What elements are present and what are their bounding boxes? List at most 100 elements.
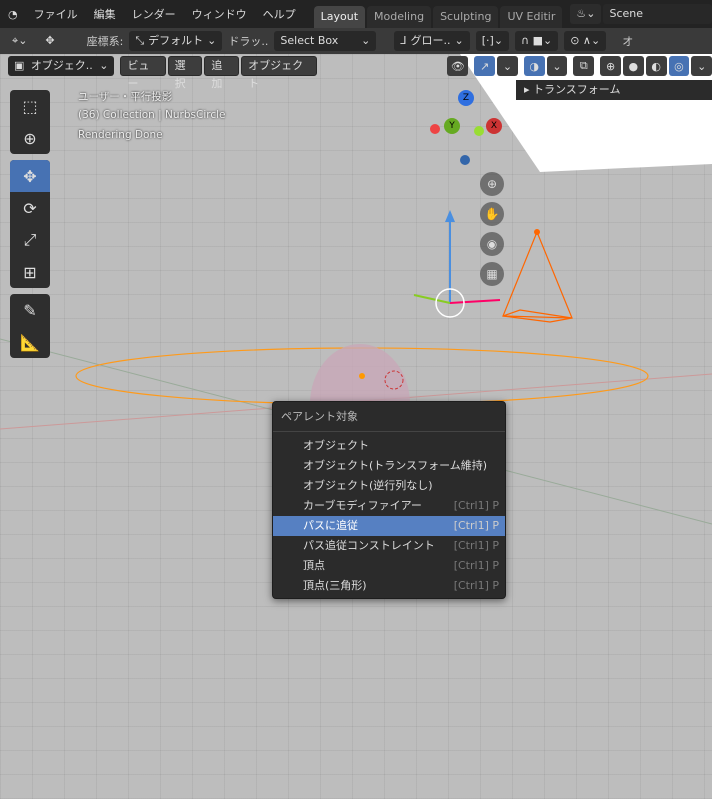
grid-ortho-icon[interactable]: ▦ — [480, 262, 504, 286]
menu-item[interactable]: オブジェクト(トランスフォーム維持) — [273, 456, 505, 476]
transform-orientation-value: グロー.. — [410, 34, 451, 47]
overlay-toggle-icon[interactable]: ◑ — [523, 56, 545, 76]
solid-shading-icon[interactable]: ● — [622, 56, 644, 76]
pivot-point-icon[interactable]: [·]⌄ — [475, 31, 510, 51]
menu-item-label: オブジェクト(トランスフォーム維持) — [303, 459, 488, 472]
gizmo-x-arrow — [449, 299, 501, 304]
xray-icon[interactable]: ⧉ — [573, 56, 595, 76]
tool-settings-bar: ⌖⌄ ✥ 座標系: ⤡ デフォルト ⌄ ドラッ.. Select Box ⌄ ⅃ グロー… — [0, 28, 712, 54]
tab-sculpting[interactable]: Sculpting — [433, 6, 499, 28]
menu-item-shortcut: [Ctrl1] P — [453, 579, 499, 592]
menu-item[interactable]: パスに追従 [Ctrl1] P — [273, 516, 505, 536]
menu-edit[interactable]: 編集 — [86, 6, 124, 22]
visibility-icon[interactable]: 👁 — [447, 56, 469, 76]
material-shading-icon[interactable]: ◐ — [645, 56, 667, 76]
rendered-shading-icon[interactable]: ◎ — [668, 56, 690, 76]
menu-item-label: カーブモディファイアー — [303, 499, 422, 512]
mode-value: オブジェク.. — [30, 59, 93, 72]
gizmo-neg-y[interactable] — [474, 126, 484, 136]
menu-item[interactable]: 頂点 [Ctrl1] P — [273, 556, 505, 576]
tab-uv-editing[interactable]: UV Editir — [500, 6, 563, 28]
menu-item-label: 頂点(三角形) — [303, 579, 367, 592]
snap-icon[interactable]: ∩ ■⌄ — [515, 31, 559, 51]
zoom-icon[interactable]: ⊕ — [480, 172, 504, 196]
origin-point — [359, 373, 365, 379]
menu-file[interactable]: ファイル — [26, 6, 86, 22]
menu-item[interactable]: カーブモディファイアー [Ctrl1] P — [273, 496, 505, 516]
gizmo-neg-x[interactable] — [430, 124, 440, 134]
annotate-icon[interactable]: ✎ — [10, 294, 50, 326]
gizmo-neg-z[interactable] — [460, 155, 470, 165]
status-label: Rendering Done — [78, 129, 163, 141]
viewport-header: ▣ オブジェク.. ⌄ ビュー 選択 追加 オブジェクト 👁 ↗ ⌄ ◑ ⌄ ⧉ ⊕… — [0, 54, 712, 90]
proportional-edit-icon[interactable]: ⊙ ∧⌄ — [564, 31, 607, 51]
axes-icon: ⅃ — [400, 34, 407, 47]
move-icon[interactable]: ✥ — [39, 31, 61, 51]
gizmo-dropdown-icon[interactable]: ⌄ — [497, 56, 518, 76]
coord-label: 座標系: — [86, 35, 124, 48]
orientation-value: デフォルト — [148, 34, 204, 47]
menu-item[interactable]: オブジェクト — [273, 436, 505, 456]
gizmo-x[interactable]: X — [486, 118, 502, 134]
menu-item-label: パスに追従 — [303, 519, 358, 532]
select-mode-dropdown[interactable]: Select Box ⌄ — [274, 31, 377, 51]
orientation-dropdown[interactable]: ⤡ デフォルト ⌄ — [129, 31, 223, 51]
overlay-dropdown-icon[interactable]: ⌄ — [546, 56, 568, 76]
menu-item-shortcut: [Ctrl1] P — [453, 559, 499, 572]
menu-item-label: 頂点 — [303, 559, 325, 572]
menu-add[interactable]: 追加 — [204, 56, 240, 90]
menu-select[interactable]: 選択 — [167, 56, 203, 90]
scene-name-field[interactable]: Scene — [603, 4, 712, 24]
transform-panel-header[interactable]: ▸ トランスフォーム — [516, 80, 712, 100]
gizmo-toggle-icon[interactable]: ↗ — [474, 56, 496, 76]
menu-item-label: パス追従コンストレイント — [303, 539, 435, 552]
select-mode-value: Select Box — [280, 34, 339, 47]
parent-context-menu: ペアレント対象 オブジェクトオブジェクト(トランスフォーム維持) オブジェクト(逆… — [272, 401, 506, 599]
blender-logo-icon[interactable]: ◔ — [0, 8, 26, 21]
tab-layout[interactable]: Layout — [313, 6, 366, 28]
drag-label: ドラッ.. — [228, 35, 269, 48]
object-mode-icon: ▣ — [14, 59, 25, 72]
gizmo-y[interactable]: Y — [444, 118, 460, 134]
menu-help[interactable]: ヘルプ — [255, 6, 304, 22]
menu-item[interactable]: オブジェクト(逆行列なし) — [273, 476, 505, 496]
menu-item[interactable]: 頂点(三角形) [Ctrl1] P — [273, 576, 505, 596]
shading-dropdown-icon[interactable]: ⌄ — [691, 56, 712, 76]
rotate-icon[interactable]: ⟳ — [10, 192, 50, 224]
menu-title: ペアレント対象 — [273, 402, 505, 432]
tab-modeling[interactable]: Modeling — [367, 6, 432, 28]
axis-icon: ⤡ — [135, 34, 145, 47]
transform-panel-title: トランスフォーム — [533, 83, 621, 96]
top-bar: ◔ ファイル 編集 レンダー ウィンドウ ヘルプ Layout Modeling… — [0, 0, 712, 28]
measure-icon[interactable]: 📐 — [10, 326, 50, 358]
collection-label: (36) Collection | NurbsCircle — [78, 109, 226, 121]
transform-icon[interactable]: ⊞ — [10, 256, 50, 288]
menu-item-label: オブジェクト(逆行列なし) — [303, 479, 433, 492]
camera-object — [502, 230, 573, 319]
menu-window[interactable]: ウィンドウ — [184, 6, 255, 22]
pivot-icon[interactable]: ⌖⌄ — [6, 31, 34, 51]
menu-render[interactable]: レンダー — [124, 6, 184, 22]
menu-object[interactable]: オブジェクト — [241, 56, 318, 90]
wireframe-shading-icon[interactable]: ⊕ — [600, 56, 621, 76]
gizmo-y-arrow — [413, 294, 451, 304]
scene-selector-icon[interactable]: ♨⌄ — [570, 4, 602, 24]
gizmo-z[interactable]: Z — [458, 90, 474, 106]
cursor-icon[interactable]: ⊕ — [10, 122, 50, 154]
menu-item-shortcut: [Ctrl1] P — [453, 499, 499, 512]
menu-item-shortcut: [Ctrl1] P — [453, 539, 499, 552]
menu-item-shortcut: [Ctrl1] P — [453, 519, 499, 532]
scale-icon[interactable]: ⤢ — [10, 224, 50, 256]
select-box-icon[interactable]: ⬚ — [10, 90, 50, 122]
transform-orientation-dropdown[interactable]: ⅃ グロー.. ⌄ — [394, 31, 470, 51]
camera-icon[interactable]: ◉ — [480, 232, 504, 256]
view-label: ユーザー・平行投影 — [78, 91, 173, 103]
toolbar-left: ⬚ ⊕ ✥ ⟳ ⤢ ⊞ ✎ 📐 — [10, 90, 50, 364]
mode-dropdown[interactable]: ▣ オブジェク.. ⌄ — [8, 56, 115, 76]
hand-pan-icon[interactable]: ✋ — [480, 202, 504, 226]
menu-item-label: オブジェクト — [303, 439, 369, 452]
move-tool-icon[interactable]: ✥ — [10, 160, 50, 192]
options-label[interactable]: オ — [622, 33, 633, 49]
menu-view[interactable]: ビュー — [120, 56, 166, 90]
menu-item[interactable]: パス追従コンストレイント [Ctrl1] P — [273, 536, 505, 556]
